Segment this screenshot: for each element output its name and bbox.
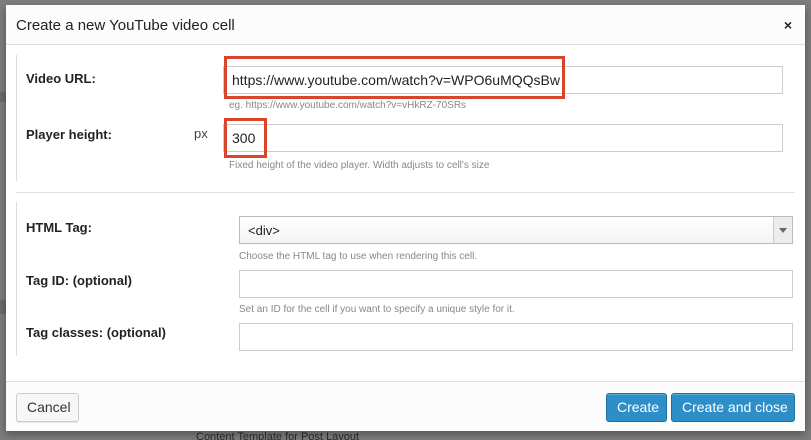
video-url-help: eg. https://www.youtube.com/watch?v=vHkR…	[229, 100, 467, 111]
html-tag-label: HTML Tag:	[26, 220, 92, 235]
html-tag-selected-value: <div>	[248, 223, 280, 238]
player-height-help: Fixed height of the video player. Width …	[229, 160, 490, 171]
player-height-input[interactable]	[223, 124, 783, 152]
video-url-label: Video URL:	[26, 71, 96, 86]
html-tag-select[interactable]: <div>	[239, 216, 793, 244]
chevron-down-icon[interactable]	[773, 217, 792, 243]
dialog-title: Create a new YouTube video cell	[16, 17, 235, 34]
create-and-close-button[interactable]: Create and close	[671, 393, 795, 422]
tag-id-input[interactable]	[239, 270, 793, 298]
tag-classes-input[interactable]	[239, 323, 793, 351]
video-settings-section	[16, 55, 17, 181]
player-height-unit: px	[194, 126, 208, 141]
html-tag-help: Choose the HTML tag to use when renderin…	[239, 251, 478, 262]
create-button[interactable]: Create	[606, 393, 667, 422]
player-height-label: Player height:	[26, 127, 112, 142]
video-url-input[interactable]	[223, 66, 783, 94]
html-tag-section	[16, 202, 17, 356]
tag-classes-label: Tag classes: (optional)	[26, 325, 166, 340]
tag-id-label: Tag ID: (optional)	[26, 273, 132, 288]
dialog-footer: Cancel Create Create and close	[6, 381, 805, 431]
section-divider	[16, 192, 795, 193]
dialog-header: Create a new YouTube video cell ×	[6, 5, 805, 45]
background-text-fragment: Content Template for Post Layout	[196, 431, 360, 440]
close-icon[interactable]: ×	[777, 14, 799, 36]
youtube-cell-dialog: Create a new YouTube video cell × Video …	[6, 5, 805, 431]
cancel-button[interactable]: Cancel	[16, 393, 79, 422]
tag-id-help: Set an ID for the cell if you want to sp…	[239, 304, 515, 315]
